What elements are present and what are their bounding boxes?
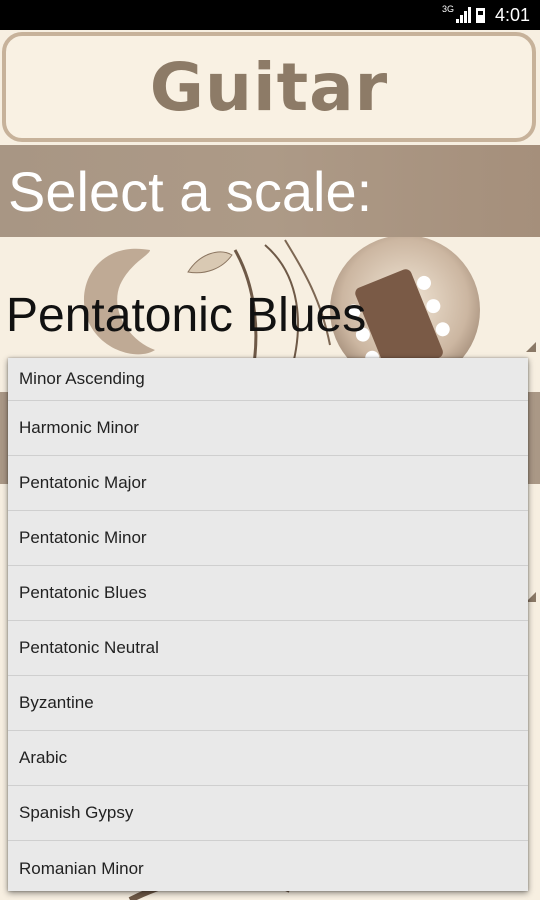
spinner-arrow-icon — [526, 342, 536, 352]
battery-icon — [475, 7, 485, 23]
scale-header: Select a scale: — [0, 145, 540, 237]
scale-dropdown-list[interactable]: Minor Ascending Harmonic Minor Pentatoni… — [8, 358, 528, 891]
list-item[interactable]: Arabic — [8, 731, 528, 786]
list-item[interactable]: Pentatonic Major — [8, 456, 528, 511]
scale-spinner[interactable]: Pentatonic Blues — [6, 288, 366, 343]
status-bar: 3G 4:01 — [0, 0, 540, 30]
signal-icon — [455, 7, 471, 23]
list-item[interactable]: Minor Ascending — [8, 358, 528, 401]
app-title-box: Guitar — [2, 32, 536, 142]
list-item[interactable]: Harmonic Minor — [8, 401, 528, 456]
list-item[interactable]: Pentatonic Minor — [8, 511, 528, 566]
list-item[interactable]: Pentatonic Blues — [8, 566, 528, 621]
list-item[interactable]: Romanian Minor — [8, 841, 528, 891]
clock: 4:01 — [494, 4, 530, 25]
network-type: 3G — [441, 4, 454, 14]
list-item[interactable]: Byzantine — [8, 676, 528, 731]
list-item[interactable]: Pentatonic Neutral — [8, 621, 528, 676]
list-item[interactable]: Spanish Gypsy — [8, 786, 528, 841]
scale-header-label: Select a scale: — [8, 159, 373, 223]
app-title: Guitar — [149, 48, 389, 126]
